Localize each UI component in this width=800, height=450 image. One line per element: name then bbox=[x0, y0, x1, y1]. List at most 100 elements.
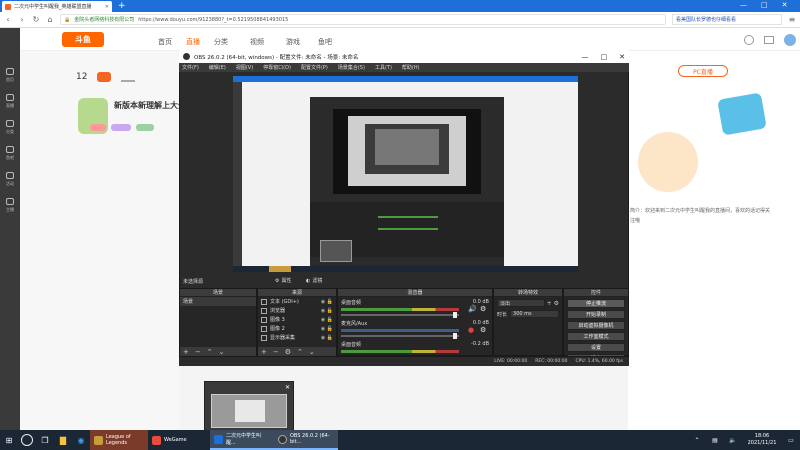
back-icon[interactable]: ‹ bbox=[4, 15, 12, 24]
obs-close-icon[interactable]: ✕ bbox=[619, 53, 625, 61]
douyu-right-panel bbox=[628, 51, 800, 430]
speaker-icon[interactable]: 🔊 bbox=[468, 305, 477, 313]
visibility-lock-icons[interactable]: ◉ 🔓 bbox=[321, 326, 333, 332]
pc-live-badge[interactable]: PC直播 bbox=[678, 65, 728, 77]
menu-icon[interactable]: ≡ bbox=[788, 15, 796, 24]
gear-icon[interactable]: ⚙ bbox=[480, 326, 486, 334]
taskbar-thumbnail-preview[interactable]: ✕ bbox=[204, 381, 294, 431]
source-item[interactable]: 浏览器 ◉ 🔓 bbox=[258, 306, 336, 315]
transition-select[interactable]: 淡出 bbox=[497, 299, 545, 307]
douyu-nav-category[interactable]: 分类 bbox=[214, 37, 228, 47]
up-icon[interactable]: ⌃ bbox=[297, 348, 303, 356]
close-icon[interactable]: ✕ bbox=[782, 1, 788, 9]
visibility-lock-icons[interactable]: ◉ 🔓 bbox=[321, 317, 333, 323]
close-icon[interactable]: ✕ bbox=[285, 384, 290, 391]
forward-icon[interactable]: › bbox=[18, 15, 26, 24]
add-icon[interactable]: + bbox=[261, 348, 267, 356]
visibility-lock-icons[interactable]: ◉ 🔓 bbox=[321, 335, 333, 341]
tag[interactable] bbox=[111, 124, 131, 131]
up-icon[interactable]: ⌃ bbox=[207, 348, 213, 356]
new-tab-button[interactable]: + bbox=[118, 1, 126, 11]
start-recording-button[interactable]: 开始录制 bbox=[567, 310, 625, 319]
tag[interactable] bbox=[136, 124, 154, 131]
gear-icon[interactable]: ⚙ bbox=[554, 300, 559, 307]
menu-view[interactable]: 视图(V) bbox=[236, 64, 253, 71]
maximize-icon[interactable]: □ bbox=[761, 1, 768, 9]
tag[interactable] bbox=[90, 124, 106, 131]
remove-icon[interactable]: − bbox=[195, 348, 201, 356]
source-item[interactable]: 显示器采集 ◉ 🔓 bbox=[258, 333, 336, 342]
source-item[interactable]: 图像 3 ◉ 🔓 bbox=[258, 315, 336, 324]
minimize-icon[interactable]: — bbox=[740, 1, 747, 9]
menu-docks[interactable]: 停靠窗口(D) bbox=[263, 64, 291, 71]
channel-db: -0.2 dB bbox=[471, 341, 489, 347]
left-nav-item[interactable]: 活动 bbox=[0, 166, 20, 192]
reload-icon[interactable]: ↻ bbox=[32, 15, 40, 24]
menu-file[interactable]: 文件(F) bbox=[182, 64, 199, 71]
volume-slider[interactable] bbox=[341, 333, 459, 339]
down-icon[interactable]: ⌄ bbox=[309, 348, 315, 356]
search-icon[interactable] bbox=[18, 430, 36, 450]
url-field[interactable]: 🔒 金院头者网络科技有限公司 https://www.douyu.com/912… bbox=[60, 14, 666, 25]
home-icon[interactable]: ⌂ bbox=[46, 15, 54, 24]
browser-search-box[interactable]: 看美国队长罗德也仔细看看 bbox=[672, 14, 782, 25]
left-nav-item[interactable]: 直播 bbox=[0, 88, 20, 114]
taskbar-app-wegame[interactable]: WeGame bbox=[148, 430, 210, 450]
douyu-logo[interactable]: 斗鱼 bbox=[62, 32, 104, 47]
left-nav-item[interactable]: 分类 bbox=[0, 114, 20, 140]
start-virtual-camera-button[interactable]: 启动虚拟摄像机 bbox=[567, 321, 625, 330]
visibility-lock-icons[interactable]: ◉ 🔓 bbox=[321, 299, 333, 305]
menu-profile[interactable]: 配置文件(P) bbox=[301, 64, 328, 71]
muted-speaker-icon[interactable]: ● bbox=[468, 326, 474, 334]
filters-button[interactable]: ◐ 滤镜 bbox=[306, 277, 322, 285]
windows-start-icon[interactable]: ⊞ bbox=[0, 430, 18, 450]
task-view-icon[interactable]: ❐ bbox=[36, 430, 54, 450]
message-icon[interactable] bbox=[764, 36, 774, 44]
duration-input[interactable]: 300 ms bbox=[510, 310, 559, 318]
tray-chevron-icon[interactable]: ⌃ bbox=[688, 430, 706, 450]
taskbar-app-browser[interactable]: 二次元中学生叫醒... bbox=[210, 430, 274, 450]
avatar[interactable] bbox=[784, 34, 796, 46]
visibility-lock-icons[interactable]: ◉ 🔓 bbox=[321, 308, 333, 314]
taskbar-app-obs[interactable]: OBS 26.0.2 (64-bit... bbox=[274, 430, 338, 450]
remove-icon[interactable]: − bbox=[273, 348, 279, 356]
add-icon[interactable]: + bbox=[547, 300, 552, 307]
gear-icon[interactable]: ⚙ bbox=[480, 305, 486, 313]
left-nav-item[interactable]: 鱼吧 bbox=[0, 140, 20, 166]
down-icon[interactable]: ⌄ bbox=[219, 348, 225, 356]
obs-maximize-icon[interactable]: □ bbox=[601, 53, 608, 61]
properties-button[interactable]: ⚙ 属性 bbox=[275, 277, 292, 285]
gear-icon[interactable]: ⚙ bbox=[285, 348, 291, 356]
notification-icon[interactable]: ▭ bbox=[782, 430, 800, 450]
file-explorer-icon[interactable]: ▇ bbox=[54, 430, 72, 450]
studio-mode-button[interactable]: 工作室模式 bbox=[567, 332, 625, 341]
left-nav-item[interactable]: 首页 bbox=[0, 62, 20, 88]
douyu-nav-live[interactable]: 直播 bbox=[186, 37, 200, 47]
left-nav-item[interactable]: 主播 bbox=[0, 192, 20, 218]
douyu-nav-yuba[interactable]: 鱼吧 bbox=[318, 37, 332, 47]
network-icon[interactable]: ▤ bbox=[706, 430, 724, 450]
scene-item[interactable]: 场景 bbox=[180, 297, 256, 306]
browser-tab[interactable]: 二次元中学生叫醒我_英雄联盟直播 ✕ bbox=[2, 1, 112, 12]
source-item[interactable]: 文本 (GDI+) ◉ 🔓 bbox=[258, 297, 336, 306]
settings-button[interactable]: 设置 bbox=[567, 343, 625, 352]
douyu-nav-home[interactable]: 首页 bbox=[158, 37, 172, 47]
history-icon[interactable] bbox=[744, 35, 754, 45]
menu-edit[interactable]: 编辑(E) bbox=[209, 64, 226, 71]
close-tab-icon[interactable]: ✕ bbox=[105, 4, 109, 10]
menu-help[interactable]: 帮助(H) bbox=[402, 64, 420, 71]
volume-icon[interactable]: 🔈 bbox=[724, 430, 742, 450]
taskbar-app-league[interactable]: League of Legends bbox=[90, 430, 148, 450]
taskbar-clock[interactable]: 18:06 2021/11/21 bbox=[742, 433, 782, 447]
stop-streaming-button[interactable]: 停止推流 bbox=[567, 299, 625, 308]
menu-scene-collection[interactable]: 场景集合(S) bbox=[338, 64, 365, 71]
douyu-nav-video[interactable]: 视频 bbox=[250, 37, 264, 47]
source-item[interactable]: 图像 2 ◉ 🔓 bbox=[258, 324, 336, 333]
obs-minimize-icon[interactable]: — bbox=[582, 53, 589, 61]
menu-tools[interactable]: 工具(T) bbox=[375, 64, 392, 71]
league-of-legends-icon bbox=[94, 435, 103, 445]
volume-slider[interactable] bbox=[341, 312, 459, 318]
douyu-nav-game[interactable]: 游戏 bbox=[286, 37, 300, 47]
edge-icon[interactable]: ◉ bbox=[72, 430, 90, 450]
add-icon[interactable]: + bbox=[183, 348, 189, 356]
